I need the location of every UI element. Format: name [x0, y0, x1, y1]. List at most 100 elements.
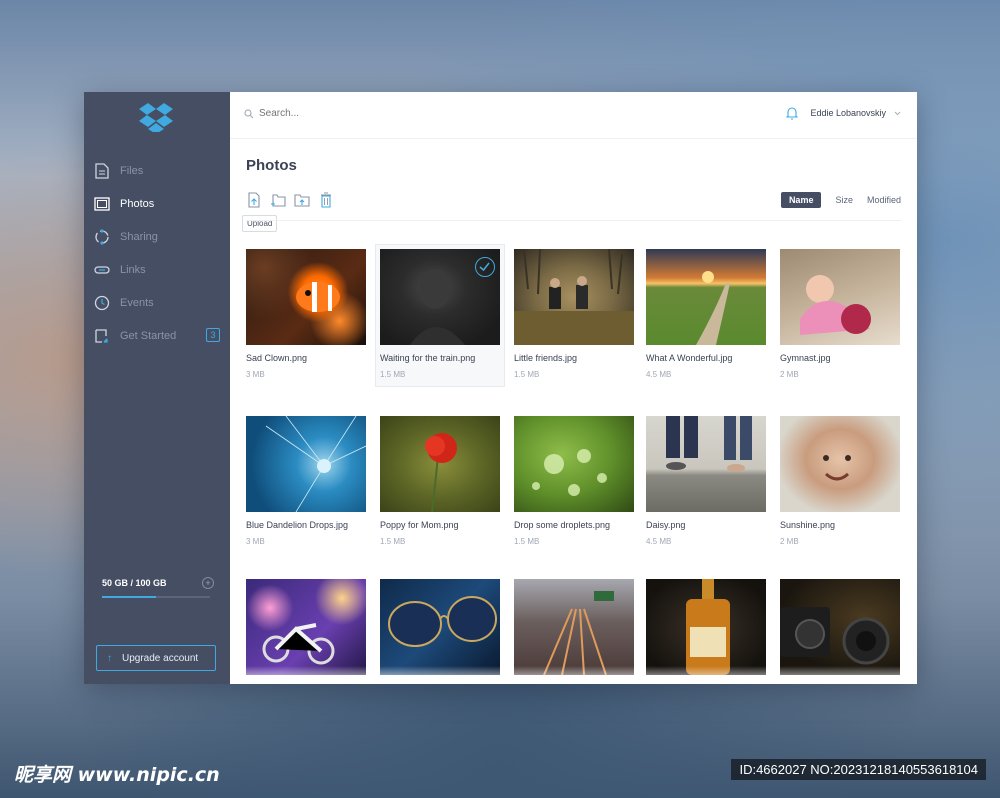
sidebar-item-events[interactable]: Events	[84, 286, 230, 319]
photo-name: Waiting for the train.png	[380, 353, 476, 363]
photo-thumbnail	[380, 249, 500, 345]
photo-thumbnail	[780, 249, 900, 345]
selected-check-icon[interactable]	[475, 257, 495, 277]
upgrade-label: Upgrade account	[122, 652, 199, 664]
photo-name: Gymnast.jpg	[780, 353, 831, 363]
arrow-up-icon: ↑	[107, 652, 112, 664]
bell-icon[interactable]	[786, 106, 799, 120]
photo-name: Sunshine.png	[780, 520, 836, 530]
delete-icon[interactable]	[318, 192, 334, 208]
sidebar: Files Photos Sharing Links Events Get St…	[84, 92, 230, 684]
sharing-icon	[94, 228, 110, 245]
top-bar: Eddie Lobanovskiy	[230, 92, 917, 139]
sidebar-item-get-started[interactable]: Get Started 3	[84, 319, 230, 352]
photo-thumbnail	[780, 579, 900, 675]
new-folder-icon[interactable]	[270, 192, 286, 208]
sidebar-item-label: Links	[120, 263, 146, 276]
photo-card[interactable]: Sunshine.png 2 MB	[780, 416, 900, 546]
photo-name: Daisy.png	[646, 520, 686, 530]
sort-name-button[interactable]: Name	[780, 192, 822, 208]
photo-card[interactable]	[780, 579, 900, 675]
photo-thumbnail	[246, 579, 366, 675]
photo-card[interactable]: Sad Clown.png 3 MB	[246, 249, 366, 379]
storage-bar	[102, 596, 210, 598]
photo-card[interactable]	[246, 579, 366, 675]
user-menu[interactable]: Eddie Lobanovskiy	[786, 106, 901, 120]
search-input[interactable]	[259, 108, 459, 119]
page-title: Photos	[246, 157, 297, 174]
photo-thumbnail	[246, 416, 366, 512]
search-box	[244, 108, 459, 119]
photo-size: 1.5 MB	[380, 370, 406, 379]
photo-card[interactable]	[514, 579, 634, 675]
photo-card[interactable]: Daisy.png 4.5 MB	[646, 416, 766, 546]
upload-icon[interactable]	[246, 192, 262, 208]
photo-card[interactable]: What A Wonderful.jpg 4.5 MB	[646, 249, 766, 379]
photo-name: Blue Dandelion Drops.jpg	[246, 520, 349, 530]
user-name: Eddie Lobanovskiy	[810, 108, 886, 118]
photo-size: 4.5 MB	[646, 370, 672, 379]
photo-name: Poppy for Mom.png	[380, 520, 459, 530]
photo-size: 1.5 MB	[380, 537, 406, 546]
photo-card[interactable]: Drop some droplets.png 1.5 MB	[514, 416, 634, 546]
photo-name: What A Wonderful.jpg	[646, 353, 733, 363]
photo-thumbnail	[380, 579, 500, 675]
sidebar-item-label: Photos	[120, 197, 155, 210]
sort-controls: Name Size Modified	[767, 192, 901, 208]
sidebar-item-label: Events	[120, 296, 154, 309]
photo-size: 1.5 MB	[514, 370, 540, 379]
storage-bar-fill	[102, 596, 156, 598]
sidebar-item-sharing[interactable]: Sharing	[84, 220, 230, 253]
upgrade-account-button[interactable]: ↑ Upgrade account	[96, 645, 216, 671]
photo-name: Drop some droplets.png	[514, 520, 611, 530]
photo-thumbnail	[514, 579, 634, 675]
sidebar-item-label: Sharing	[120, 230, 158, 243]
get-started-icon	[94, 328, 110, 344]
app-window: Files Photos Sharing Links Events Get St…	[84, 92, 917, 684]
photo-size: 1.5 MB	[514, 537, 540, 546]
photo-card[interactable]: Gymnast.jpg 2 MB	[780, 249, 900, 379]
photo-thumbnail	[646, 249, 766, 345]
sort-modified-button[interactable]: Modified	[867, 192, 901, 208]
photo-size: 3 MB	[246, 370, 265, 379]
photo-thumbnail	[646, 579, 766, 675]
sidebar-item-links[interactable]: Links	[84, 253, 230, 286]
photo-thumbnail	[246, 249, 366, 345]
photo-card[interactable]: Poppy for Mom.png 1.5 MB	[380, 416, 500, 546]
photo-card-selected[interactable]: Waiting for the train.png 1.5 MB	[375, 244, 505, 387]
photo-thumbnail	[514, 249, 634, 345]
upload-folder-icon[interactable]	[294, 192, 310, 208]
photo-thumbnail	[380, 416, 500, 512]
photo-card[interactable]: Little friends.jpg 1.5 MB	[514, 249, 634, 379]
photo-card[interactable]: Blue Dandelion Drops.jpg 3 MB	[246, 416, 366, 546]
notification-badge: 3	[206, 328, 220, 342]
chevron-down-icon[interactable]	[894, 111, 901, 116]
photo-card[interactable]	[380, 579, 500, 675]
upload-tooltip: Upload	[242, 215, 278, 232]
photo-thumbnail	[780, 416, 900, 512]
scroll-fade	[230, 666, 917, 684]
link-icon	[94, 262, 110, 278]
search-icon	[244, 108, 254, 118]
watermark-logo: 昵享网 www.nipic.cn	[14, 764, 220, 786]
file-icon	[94, 162, 110, 179]
sidebar-item-label: Get Started	[120, 329, 177, 342]
photo-size: 2 MB	[780, 370, 799, 379]
photo-thumbnail	[646, 416, 766, 512]
photo-thumbnail	[514, 416, 634, 512]
photo-name: Sad Clown.png	[246, 353, 308, 363]
storage-meter: 50 GB / 100 GB +	[102, 577, 214, 598]
sidebar-item-photos[interactable]: Photos	[84, 187, 230, 220]
add-storage-icon[interactable]: +	[202, 577, 214, 589]
photo-card[interactable]	[646, 579, 766, 675]
dropbox-logo[interactable]	[139, 102, 173, 132]
sidebar-item-label: Files	[120, 164, 144, 177]
photo-icon	[94, 196, 110, 212]
sort-size-button[interactable]: Size	[835, 192, 853, 208]
divider	[246, 220, 901, 221]
clock-icon	[94, 295, 110, 311]
sidebar-item-files[interactable]: Files	[84, 154, 230, 187]
photo-size: 2 MB	[780, 537, 799, 546]
photo-size: 4.5 MB	[646, 537, 672, 546]
watermark-id: ID:4662027 NO:20231218140553618104	[731, 759, 986, 780]
